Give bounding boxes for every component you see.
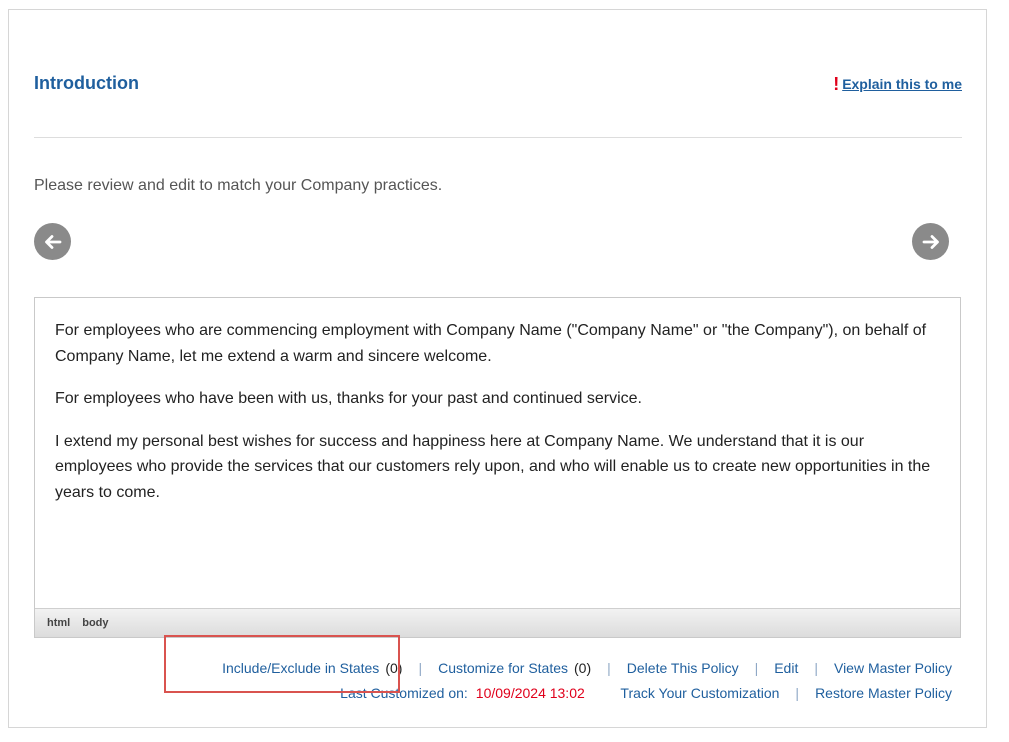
editor-paragraph: For employees who have been with us, tha… — [55, 390, 642, 407]
view-master-policy-link[interactable]: View Master Policy — [834, 660, 952, 676]
exclamation-icon: ! — [833, 74, 840, 94]
editor-paragraph: For employees who are commencing employm… — [55, 322, 927, 365]
page-title: Introduction — [34, 73, 139, 93]
separator: | — [607, 660, 611, 676]
customization-info-row: Last Customized on: 10/09/2024 13:02 | T… — [340, 685, 952, 701]
divider — [34, 137, 962, 138]
last-customized-date: 10/09/2024 13:02 — [475, 685, 585, 701]
separator: | — [754, 660, 759, 676]
status-path-html[interactable]: html — [47, 617, 70, 629]
restore-master-policy-link[interactable]: Restore Master Policy — [815, 685, 952, 701]
policy-actions-row: Include/Exclude in States (0) | Customiz… — [222, 660, 952, 676]
next-button[interactable] — [912, 223, 949, 260]
arrow-left-icon — [44, 234, 61, 249]
separator: | — [814, 660, 818, 676]
editor-paragraph: I extend my personal best wishes for suc… — [55, 432, 931, 501]
include-exclude-states-link[interactable]: Include/Exclude in States — [222, 660, 379, 676]
rich-text-editor: For employees who are commencing employm… — [34, 297, 961, 638]
instructions-text: Please review and edit to match your Com… — [34, 177, 443, 194]
explain-container: ! Explain this to me — [833, 74, 962, 94]
arrow-right-icon — [922, 234, 939, 249]
customize-states-count: (0) — [574, 660, 592, 676]
edit-link[interactable]: Edit — [774, 660, 798, 676]
editor-content-area[interactable]: For employees who are commencing employm… — [35, 298, 960, 608]
delete-policy-link[interactable]: Delete This Policy — [627, 660, 739, 676]
last-customized-label: Last Customized on: — [340, 685, 468, 701]
track-customization-link[interactable]: Track Your Customization — [620, 685, 779, 701]
status-path-body[interactable]: body — [82, 617, 108, 629]
editor-status-bar: html body — [35, 608, 960, 637]
separator: | — [418, 660, 423, 676]
explain-link[interactable]: Explain this to me — [842, 76, 962, 92]
include-exclude-count: (0) — [385, 660, 403, 676]
previous-button[interactable] — [34, 223, 71, 260]
customize-states-link[interactable]: Customize for States — [438, 660, 568, 676]
separator: | — [795, 685, 800, 701]
